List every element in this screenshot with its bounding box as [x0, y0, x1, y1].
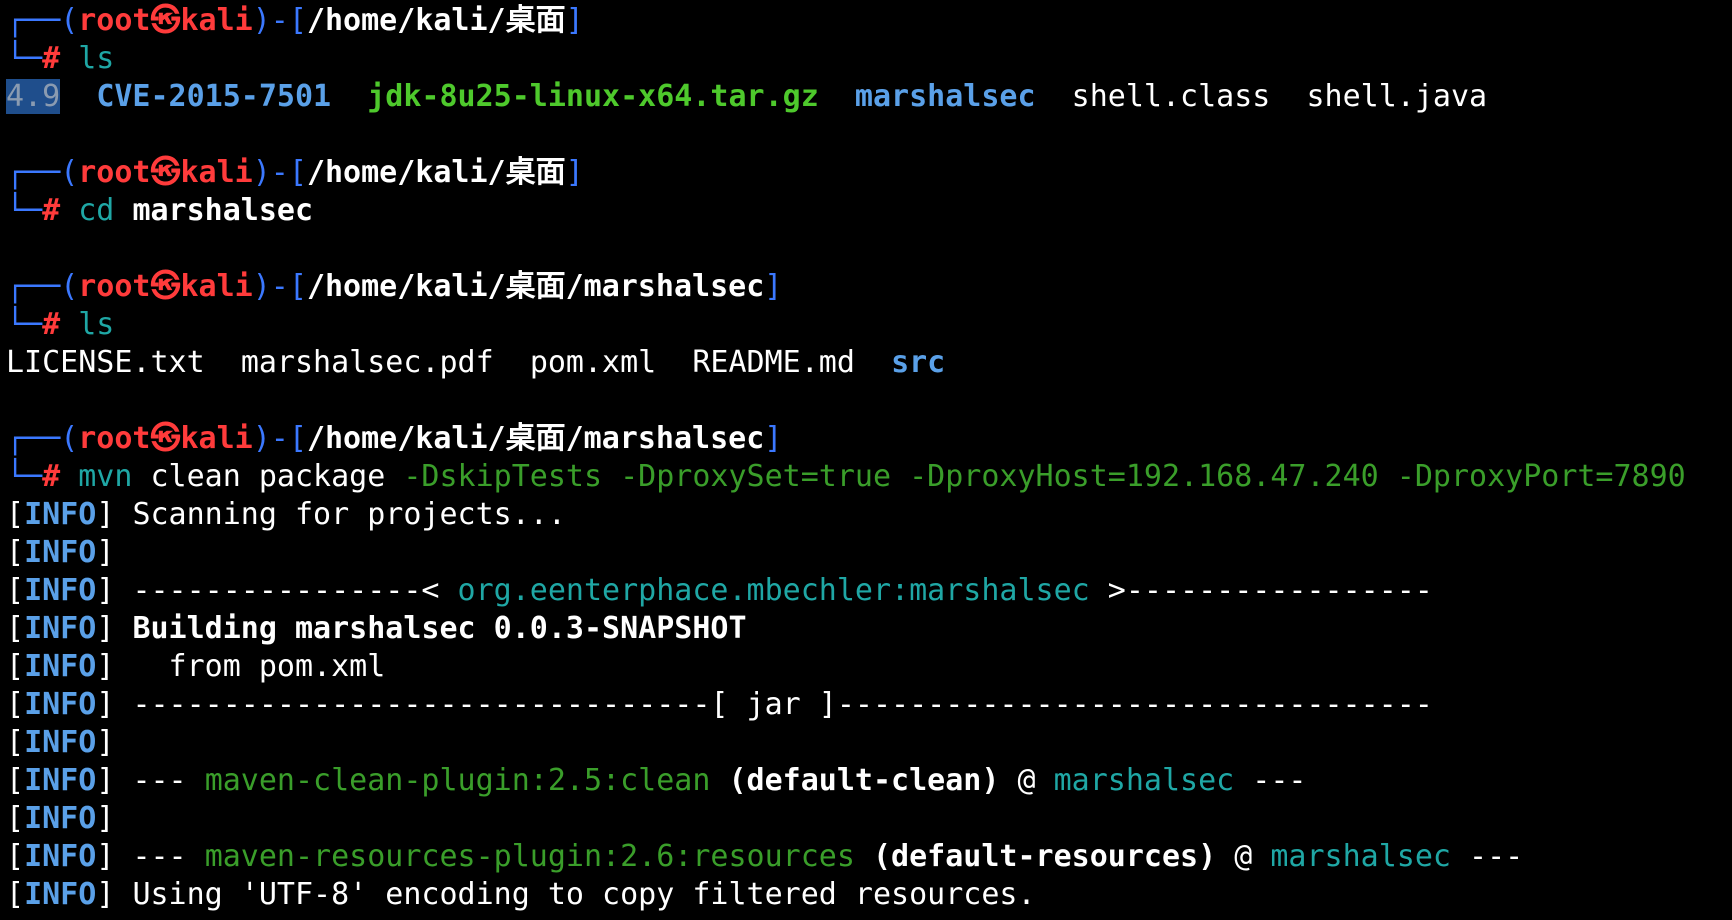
- maven-log-line: [INFO] Scanning for projects...: [6, 497, 566, 532]
- maven-project: marshalsec: [1053, 763, 1235, 798]
- command-line: └─# ls: [6, 307, 115, 342]
- prompt-hash: #: [42, 459, 61, 494]
- command-line: └─# ls: [6, 41, 115, 76]
- command-name: ls: [78, 307, 115, 342]
- command-name: mvn: [78, 459, 133, 494]
- ls-entry-dir: marshalsec: [854, 79, 1036, 114]
- info-tag: INFO: [24, 877, 97, 912]
- prompt-host: kali: [180, 155, 253, 190]
- prompt-user: root: [78, 155, 151, 190]
- info-tag: INFO: [24, 763, 97, 798]
- command-name: cd: [78, 193, 115, 228]
- prompt-line: ┌──(root㉿kali)-[/home/kali/桌面/marshalsec…: [6, 269, 783, 304]
- maven-building: Building marshalsec 0.0.3-SNAPSHOT: [132, 611, 747, 646]
- maven-plugin: maven-resources-plugin:2.6:resources: [204, 839, 855, 874]
- prompt-line: ┌──(root㉿kali)-[/home/kali/桌面]: [6, 3, 584, 38]
- prompt-path: /home/kali/桌面/marshalsec: [306, 269, 765, 304]
- prompt-host: kali: [180, 3, 253, 38]
- maven-log-line: [INFO] Using 'UTF-8' encoding to copy fi…: [6, 877, 1036, 912]
- prompt-hash: #: [42, 307, 61, 342]
- kali-icon: ㉿: [150, 3, 181, 38]
- command-args: clean package: [150, 459, 386, 494]
- prompt-host: kali: [180, 421, 253, 456]
- kali-icon: ㉿: [150, 421, 181, 456]
- maven-log-line: [INFO] from pom.xml: [6, 649, 386, 684]
- ls-entry-file: shell.java: [1306, 79, 1488, 114]
- info-tag: INFO: [24, 725, 97, 760]
- ls-entry-dir: CVE-2015-7501: [96, 79, 332, 114]
- maven-log-line: [INFO]: [6, 801, 115, 836]
- ls-output-line: 4.9 CVE-2015-7501 jdk-8u25-linux-x64.tar…: [6, 78, 1732, 116]
- prompt-hash: #: [42, 193, 61, 228]
- ls-entry: 4.9: [6, 79, 61, 114]
- maven-log-line: [INFO]: [6, 535, 115, 570]
- info-tag: INFO: [24, 611, 97, 646]
- ls-entry-file: README.md: [692, 345, 855, 380]
- prompt-line: ┌──(root㉿kali)-[/home/kali/桌面/marshalsec…: [6, 421, 783, 456]
- info-tag: INFO: [24, 497, 97, 532]
- maven-log-line: [INFO] Building marshalsec 0.0.3-SNAPSHO…: [6, 611, 747, 646]
- terminal-window[interactable]: ┌──(root㉿kali)-[/home/kali/桌面] └─# ls 4.…: [0, 0, 1732, 920]
- info-tag: INFO: [24, 573, 97, 608]
- prompt-user: root: [78, 3, 151, 38]
- prompt-hash: #: [42, 41, 61, 76]
- prompt-path: /home/kali/桌面: [306, 3, 566, 38]
- prompt-line: ┌──(root㉿kali)-[/home/kali/桌面]: [6, 155, 584, 190]
- info-tag: INFO: [24, 839, 97, 874]
- maven-log-line: [INFO] --------------------------------[…: [6, 687, 1433, 722]
- ls-entry-file: pom.xml: [529, 345, 657, 380]
- ls-output-line: LICENSE.txt marshalsec.pdf pom.xml READM…: [6, 344, 1732, 382]
- maven-artifact: org.eenterphace.mbechler:marshalsec: [457, 573, 1090, 608]
- maven-plugin: maven-clean-plugin:2.5:clean: [204, 763, 711, 798]
- maven-log-line: [INFO]: [6, 725, 115, 760]
- prompt-user: root: [78, 421, 151, 456]
- maven-log-line: [INFO] ----------------< org.eenterphace…: [6, 573, 1433, 608]
- ls-entry-file: marshalsec.pdf: [240, 345, 494, 380]
- command-args: marshalsec: [132, 193, 314, 228]
- info-tag: INFO: [24, 801, 97, 836]
- kali-icon: ㉿: [150, 155, 181, 190]
- prompt-path: /home/kali/桌面: [306, 155, 566, 190]
- ls-entry-dir: src: [891, 345, 946, 380]
- command-line: └─# mvn clean package -DskipTests -Dprox…: [6, 459, 1686, 494]
- prompt-host: kali: [180, 269, 253, 304]
- command-name: ls: [78, 41, 115, 76]
- info-tag: INFO: [24, 649, 97, 684]
- maven-log-line: [INFO] --- maven-resources-plugin:2.6:re…: [6, 839, 1524, 874]
- info-tag: INFO: [24, 535, 97, 570]
- prompt-user: root: [78, 269, 151, 304]
- ls-entry-file: shell.class: [1071, 79, 1271, 114]
- info-tag: INFO: [24, 687, 97, 722]
- ls-entry-archive: jdk-8u25-linux-x64.tar.gz: [367, 79, 819, 114]
- prompt-corner-top: ┌──: [6, 3, 61, 38]
- command-flags: -DskipTests -DproxySet=true -DproxyHost=…: [403, 459, 1686, 494]
- kali-icon: ㉿: [150, 269, 181, 304]
- maven-project: marshalsec: [1270, 839, 1451, 874]
- prompt-path: /home/kali/桌面/marshalsec: [306, 421, 765, 456]
- command-line: └─# cd marshalsec: [6, 193, 314, 228]
- ls-entry-file: LICENSE.txt: [6, 345, 205, 380]
- maven-log-line: [INFO] --- maven-clean-plugin:2.5:clean …: [6, 763, 1307, 798]
